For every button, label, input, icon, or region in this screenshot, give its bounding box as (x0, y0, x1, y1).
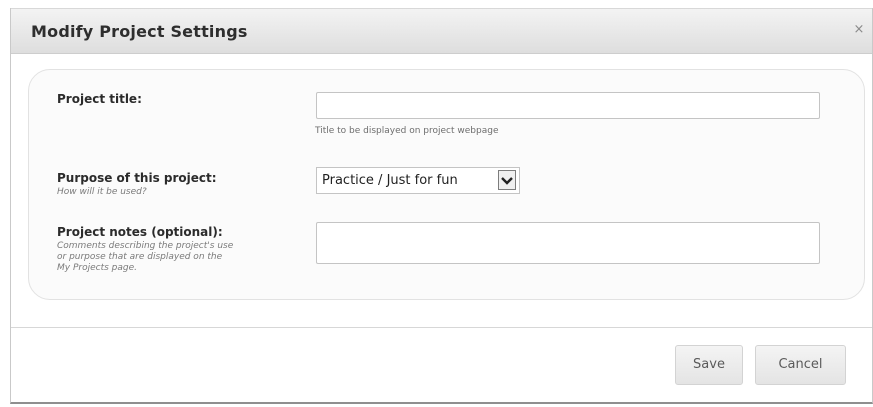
purpose-label: Purpose of this project: (57, 171, 217, 185)
notes-hint-line-1: Comments describing the project's use (57, 241, 234, 251)
save-button[interactable]: Save (675, 345, 743, 385)
project-notes-textarea[interactable] (316, 222, 820, 264)
purpose-hint: How will it be used? (57, 187, 147, 197)
project-title-label: Project title: (57, 92, 142, 106)
dialog-titlebar: Modify Project Settings × (11, 8, 872, 54)
dialog-title: Modify Project Settings (31, 22, 248, 41)
cancel-button[interactable]: Cancel (755, 345, 846, 385)
notes-label: Project notes (optional): (57, 225, 223, 239)
chevron-down-icon[interactable] (498, 170, 516, 190)
modify-project-dialog: Modify Project Settings × Project title:… (10, 8, 873, 404)
purpose-select[interactable]: Practice / Just for fun (316, 167, 520, 194)
notes-hint-line-2: or purpose that are displayed on the (57, 252, 223, 262)
footer-divider (11, 327, 872, 328)
notes-hint-line-3: My Projects page. (57, 263, 137, 273)
purpose-select-value: Practice / Just for fun (322, 173, 458, 188)
close-icon[interactable]: × (852, 23, 866, 37)
settings-panel: Project title: Title to be displayed on … (28, 69, 865, 300)
project-title-help: Title to be displayed on project webpage (315, 126, 499, 136)
project-title-input[interactable] (316, 92, 820, 119)
